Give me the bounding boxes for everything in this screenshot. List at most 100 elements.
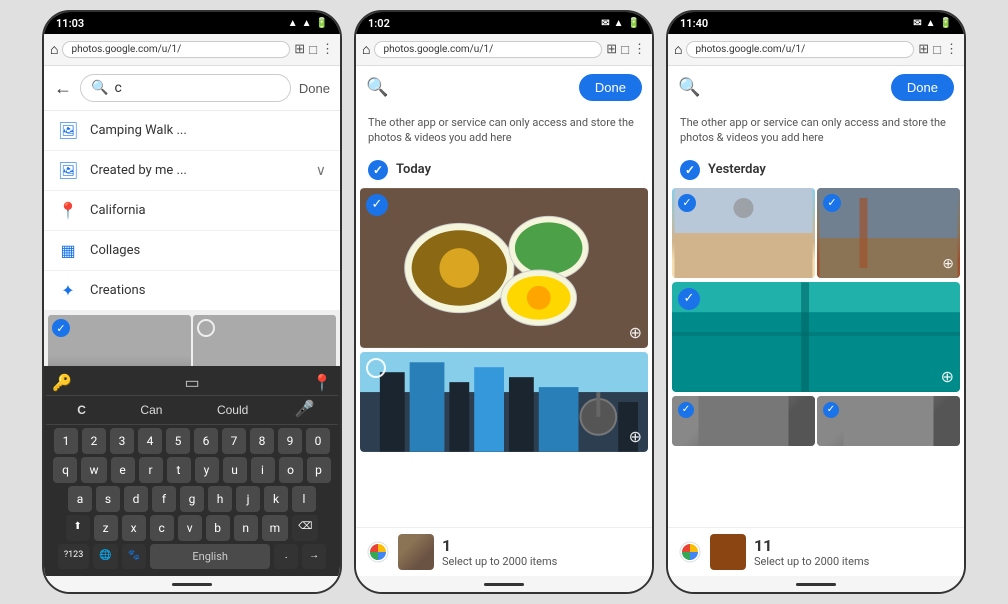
key-l[interactable]: l [292, 486, 316, 512]
key-2[interactable]: 2 [82, 428, 106, 454]
key-o[interactable]: o [279, 457, 303, 483]
key-w[interactable]: w [81, 457, 106, 483]
bottom-bar-3: 11 Select up to 2000 items [668, 527, 964, 576]
autocomplete-item-collages[interactable]: ▦ Collages [44, 231, 340, 271]
search-input[interactable]: c [114, 80, 279, 96]
status-bar-1: 11:03 ▲ ▲ 🔋 [44, 12, 340, 34]
key-g[interactable]: g [180, 486, 204, 512]
location-tool-icon[interactable]: 📍 [312, 373, 332, 392]
autocomplete-label-5: Creations [90, 283, 314, 298]
menu-icon-3[interactable]: ⋮ [945, 42, 958, 58]
clipboard-icon[interactable]: ▭ [184, 373, 199, 392]
city-photo-container[interactable]: ⊕ [360, 352, 648, 452]
key-b[interactable]: b [206, 515, 230, 541]
autocomplete-item-california[interactable]: 📍 California [44, 191, 340, 231]
done-button-3[interactable]: Done [891, 74, 954, 101]
key-h[interactable]: h [208, 486, 232, 512]
food-photo-container[interactable]: ✓ ⊕ [360, 188, 648, 348]
shift-key[interactable]: ⬆ [66, 515, 90, 541]
suggestion-could[interactable]: Could [209, 399, 256, 421]
key-7[interactable]: 7 [222, 428, 246, 454]
translate-icon-3[interactable]: ⊞ [918, 42, 929, 58]
url-bar-3[interactable]: photos.google.com/u/1/ [686, 41, 914, 58]
url-bar-2[interactable]: photos.google.com/u/1/ [374, 41, 602, 58]
key-j[interactable]: j [236, 486, 260, 512]
globe-key[interactable]: 🌐 [93, 544, 117, 569]
key-i[interactable]: i [251, 457, 275, 483]
key-6[interactable]: 6 [194, 428, 218, 454]
key-3[interactable]: 3 [110, 428, 134, 454]
search-box[interactable]: 🔍 c [80, 74, 291, 102]
autocomplete-item-creations[interactable]: ✦ Creations [44, 271, 340, 310]
key-s[interactable]: s [96, 486, 120, 512]
browser-icons-2: ⊞ □ ⋮ [606, 42, 646, 58]
key-e[interactable]: e [111, 457, 135, 483]
misc-photo-1[interactable]: ✓ [672, 396, 815, 446]
key-f[interactable]: f [152, 486, 176, 512]
key-4[interactable]: 4 [138, 428, 162, 454]
keyboard-suggestions: C Can Could 🎤 [46, 396, 338, 425]
search-icon-3[interactable]: 🔍 [678, 77, 700, 98]
key-icon[interactable]: 🔑 [52, 373, 72, 392]
select-text-3: Select up to 2000 items [754, 555, 869, 568]
photo-2[interactable] [193, 315, 336, 366]
period-key[interactable]: . [274, 544, 298, 569]
space-key[interactable]: English [150, 544, 270, 569]
tab-icon-3[interactable]: □ [933, 42, 941, 58]
url-bar-1[interactable]: photos.google.com/u/1/ [62, 41, 290, 58]
home-icon-1[interactable]: ⌂ [50, 41, 58, 58]
beach-photo-2[interactable]: ✓ ⊕ [817, 188, 960, 278]
photo-1[interactable]: ✓ [48, 315, 191, 366]
key-y[interactable]: y [195, 457, 219, 483]
key-n[interactable]: n [234, 515, 258, 541]
key-m[interactable]: m [262, 515, 289, 541]
done-button-1[interactable]: Done [299, 81, 330, 96]
misc-photo-2[interactable]: ✓ [817, 396, 960, 446]
delete-key[interactable]: ⌫ [292, 515, 318, 541]
key-5[interactable]: 5 [166, 428, 190, 454]
aerial-check: ✓ [678, 288, 700, 310]
autocomplete-item-camping[interactable]: 🖼 Camping Walk ... [44, 111, 340, 151]
aerial-photo-container[interactable]: ✓ ⊕ [672, 282, 960, 392]
home-icon-3[interactable]: ⌂ [674, 41, 682, 58]
done-button-2[interactable]: Done [579, 74, 642, 101]
menu-icon[interactable]: ⋮ [321, 42, 334, 58]
browser-bar-2: ⌂ photos.google.com/u/1/ ⊞ □ ⋮ [356, 34, 652, 66]
key-9[interactable]: 9 [278, 428, 302, 454]
tab-icon[interactable]: □ [309, 42, 317, 58]
search-icon-2[interactable]: 🔍 [366, 77, 388, 98]
suggestion-can[interactable]: Can [132, 399, 170, 421]
key-d[interactable]: d [124, 486, 148, 512]
key-1[interactable]: 1 [54, 428, 78, 454]
key-q[interactable]: q [53, 457, 77, 483]
suggestion-c[interactable]: C [69, 399, 94, 421]
key-0[interactable]: 0 [306, 428, 330, 454]
paw-key[interactable]: 🐾 [122, 544, 146, 569]
key-k[interactable]: k [264, 486, 288, 512]
today-section: ✓ Today [356, 154, 652, 186]
key-r[interactable]: r [139, 457, 163, 483]
beach-photo-1[interactable]: ✓ [672, 188, 815, 278]
numeric-key[interactable]: ?123 [58, 544, 89, 569]
phone2-content: 🔍 Done The other app or service can only… [356, 66, 652, 576]
key-a[interactable]: a [68, 486, 92, 512]
key-t[interactable]: t [167, 457, 191, 483]
key-u[interactable]: u [223, 457, 247, 483]
key-8[interactable]: 8 [250, 428, 274, 454]
key-p[interactable]: p [307, 457, 331, 483]
select-text-2: Select up to 2000 items [442, 555, 557, 568]
home-icon-2[interactable]: ⌂ [362, 41, 370, 58]
autocomplete-item-created[interactable]: 🖼 Created by me ... ∨ [44, 151, 340, 191]
key-z[interactable]: z [94, 515, 118, 541]
key-v[interactable]: v [178, 515, 202, 541]
search-header: ← 🔍 c Done [44, 66, 340, 111]
translate-icon-2[interactable]: ⊞ [606, 42, 617, 58]
translate-icon[interactable]: ⊞ [294, 42, 305, 58]
key-c[interactable]: c [150, 515, 174, 541]
mic-icon[interactable]: 🎤 [295, 399, 315, 421]
tab-icon-2[interactable]: □ [621, 42, 629, 58]
enter-key[interactable]: → [302, 544, 326, 569]
menu-icon-2[interactable]: ⋮ [633, 42, 646, 58]
key-x[interactable]: x [122, 515, 146, 541]
back-button[interactable]: ← [54, 78, 72, 99]
